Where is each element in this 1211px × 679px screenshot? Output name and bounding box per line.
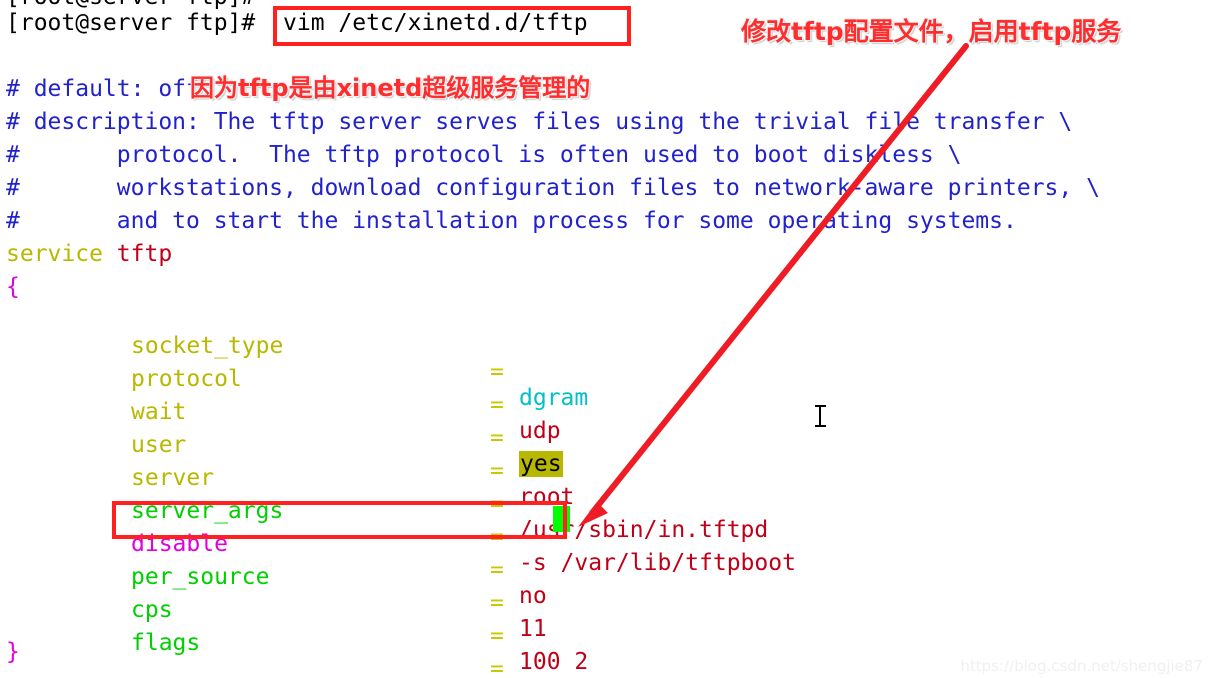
- config-key: per_source: [131, 564, 270, 590]
- comment-line-3: # workstations, download configuration f…: [6, 175, 1100, 201]
- config-key: cps: [131, 597, 173, 623]
- terminal-screenshot: [root@server ftp]# [root@server ftp]# vi…: [0, 0, 1211, 679]
- comment-line-2: # protocol. The tftp protocol is often u…: [6, 142, 962, 168]
- config-value[interactable]: 100 2: [519, 649, 588, 675]
- service-name: tftp: [116, 241, 173, 267]
- config-value[interactable]: -s /var/lib/tftpboot: [519, 550, 796, 576]
- annotation-mid-note: 因为tftp是由xinetd超级服务管理的: [190, 74, 591, 102]
- equals-sign: =: [490, 392, 504, 418]
- equals-sign: =: [490, 458, 504, 484]
- config-value[interactable]: no: [519, 583, 547, 609]
- equals-sign: =: [490, 359, 504, 385]
- vim-text-cursor: [553, 506, 570, 532]
- brace-close: }: [6, 639, 20, 665]
- comment-line-0: # default: off: [6, 76, 200, 102]
- annotation-top-note: 修改tftp配置文件，启用tftp服务: [741, 17, 1122, 46]
- equals-sign: =: [490, 656, 504, 679]
- config-value-wrapper[interactable]: yes: [519, 451, 563, 477]
- config-value[interactable]: dgram: [519, 385, 588, 411]
- shell-prompt: [root@server ftp]#: [6, 10, 256, 36]
- terminal-text-area[interactable]: [root@server ftp]# [root@server ftp]# vi…: [0, 0, 1211, 679]
- equals-sign: =: [490, 557, 504, 583]
- vim-command[interactable]: vim /etc/xinetd.d/tftp: [283, 10, 588, 36]
- config-key: socket_type: [131, 333, 284, 359]
- prompt-line: [root@server ftp]#: [6, 10, 255, 36]
- config-key: server: [131, 465, 215, 491]
- equals-sign: =: [490, 524, 504, 550]
- config-key: user: [131, 432, 187, 458]
- config-value[interactable]: 11: [519, 616, 547, 642]
- equals-sign: =: [490, 425, 504, 451]
- equals-sign: =: [490, 491, 504, 517]
- watermark-text: https://blog.csdn.net/shengjie87: [960, 657, 1203, 675]
- service-declaration-line: service tftp: [6, 241, 172, 267]
- service-keyword: service: [6, 241, 103, 267]
- config-key: flags: [131, 630, 201, 656]
- config-key: wait: [131, 399, 187, 425]
- mouse-ibeam-cursor-icon: [815, 404, 826, 428]
- comment-line-4: # and to start the installation process …: [6, 208, 1017, 234]
- comment-line-1: # description: The tftp server serves fi…: [6, 109, 1073, 135]
- brace-open: {: [6, 274, 20, 300]
- config-key: disable: [131, 531, 228, 557]
- config-value-highlighted[interactable]: yes: [519, 451, 563, 477]
- config-key: protocol: [131, 366, 242, 392]
- config-value[interactable]: udp: [519, 418, 561, 444]
- config-key: server_args: [131, 498, 284, 524]
- equals-sign: =: [490, 590, 504, 616]
- partial-top-prompt-line: [root@server ftp]#: [6, 0, 255, 10]
- equals-sign: =: [490, 623, 504, 649]
